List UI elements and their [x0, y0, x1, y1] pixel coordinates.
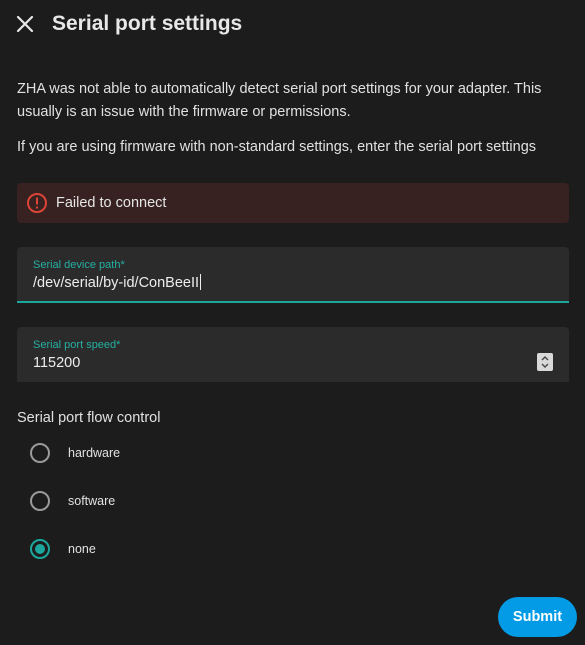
close-button[interactable] [13, 12, 37, 36]
serial-device-path-input[interactable]: /dev/serial/by-id/ConBeeII [33, 274, 202, 292]
serial-device-path-value: /dev/serial/by-id/ConBeeII [33, 275, 200, 291]
flow-control-label: Serial port flow control [17, 410, 161, 426]
serial-port-speed-field[interactable]: Serial port speed* 115200 [17, 327, 569, 382]
text-caret [200, 274, 202, 290]
alert-circle-icon [27, 193, 47, 213]
serial-device-path-label: Serial device path* [33, 259, 125, 271]
description-text: ZHA was not able to automatically detect… [17, 81, 542, 120]
radio-option-hardware[interactable]: hardware [30, 441, 230, 465]
radio-button-software[interactable] [30, 491, 50, 511]
instruction-text: If you are using firmware with non-stand… [17, 139, 537, 155]
alert-message: Failed to connect [56, 195, 167, 211]
close-icon [16, 15, 34, 33]
radio-button-hardware[interactable] [30, 443, 50, 463]
stepper-arrows-icon [541, 356, 549, 368]
radio-option-software[interactable]: software [30, 489, 230, 513]
radio-option-none[interactable]: none [30, 537, 230, 561]
serial-port-speed-input[interactable]: 115200 [33, 354, 80, 372]
submit-button[interactable]: Submit [498, 597, 577, 637]
dialog-title: Serial port settings [52, 12, 243, 35]
radio-label-none[interactable]: none [68, 541, 96, 557]
serial-port-speed-label: Serial port speed* [33, 339, 121, 351]
dialog-header: Serial port settings [0, 0, 585, 48]
serial-device-path-field[interactable]: Serial device path* /dev/serial/by-id/Co… [17, 247, 569, 303]
number-stepper[interactable] [537, 353, 553, 371]
radio-label-hardware[interactable]: hardware [68, 445, 120, 461]
radio-button-none[interactable] [30, 539, 50, 559]
serial-port-settings-dialog: Serial port settings ZHA was not able to… [0, 0, 585, 645]
error-alert: Failed to connect [17, 183, 569, 223]
radio-label-software[interactable]: software [68, 493, 115, 509]
